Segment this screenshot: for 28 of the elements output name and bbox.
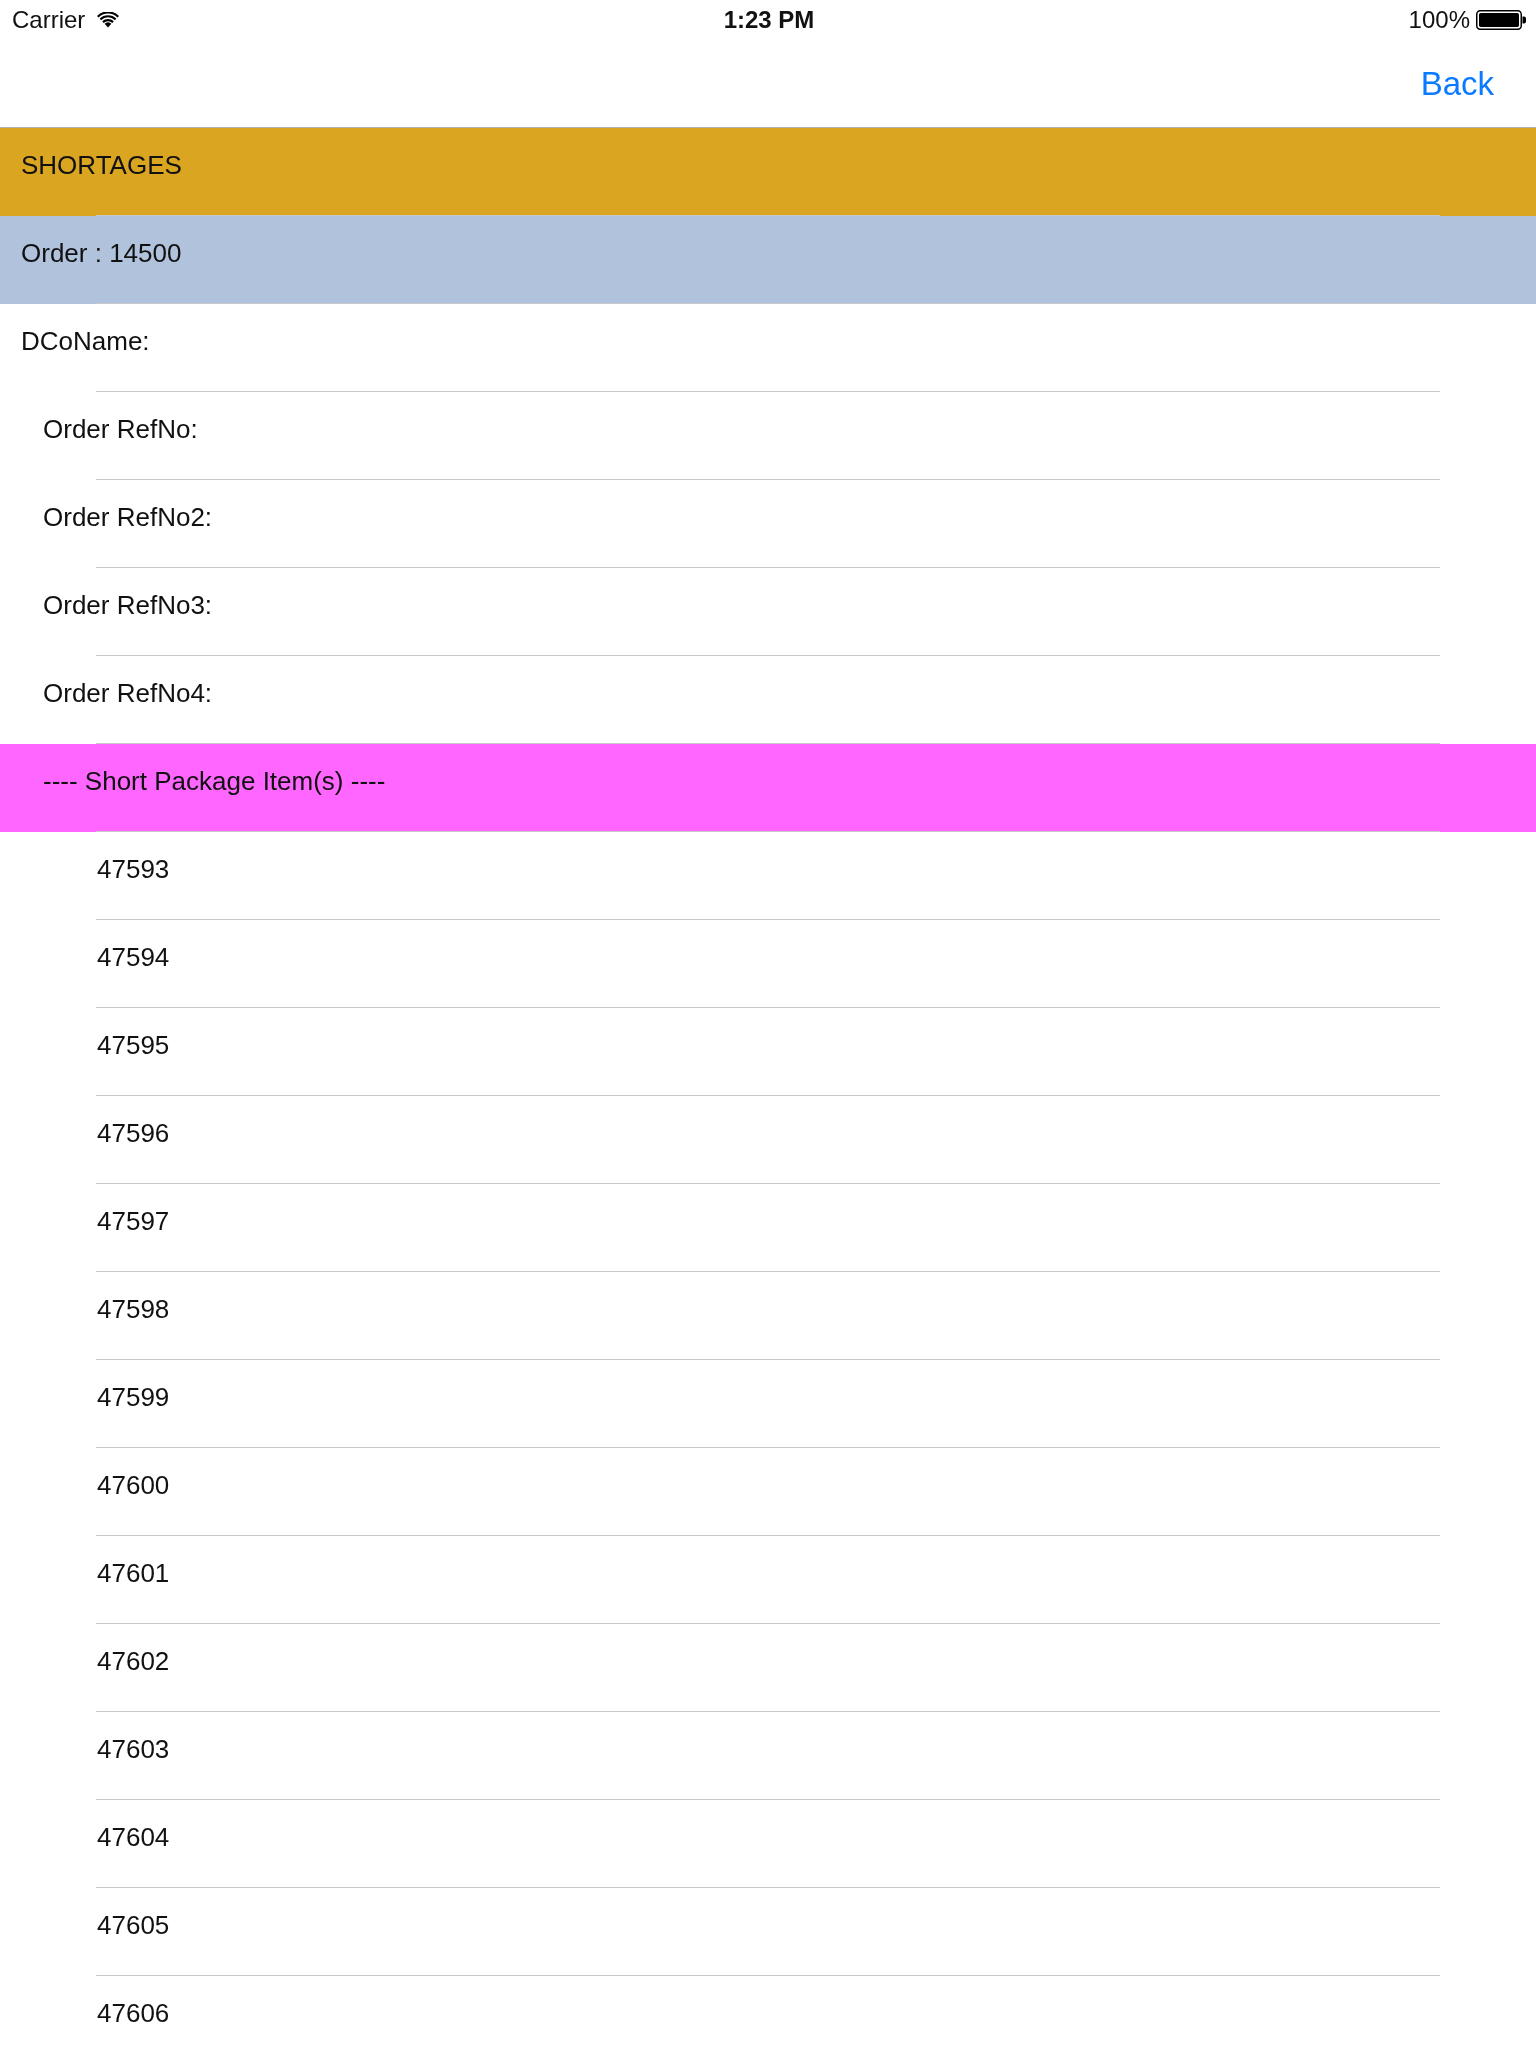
battery-percentage: 100% [1408,6,1470,34]
item-number: 47604 [97,1821,170,1853]
carrier-label: Carrier [12,6,86,34]
item-number: 47595 [97,1029,170,1061]
field-label: Order RefNo2: [43,501,213,533]
field-label: Order RefNo4: [43,677,213,709]
wifi-icon [97,12,120,28]
field-label: DCoName: [21,325,150,357]
item-number: 47594 [97,941,170,973]
item-number: 47602 [97,1645,170,1677]
section-label: ---- Short Package Item(s) ---- [43,765,386,797]
field-label: Order RefNo3: [43,589,213,621]
item-number: 47603 [97,1733,170,1765]
clock-time: 1:23 PM [723,6,815,34]
item-number: 47597 [97,1205,170,1237]
battery-icon [1476,10,1526,30]
item-number: 47598 [97,1293,170,1325]
item-number: 47601 [97,1557,170,1589]
item-number: 47599 [97,1381,170,1413]
item-number: 47605 [97,1909,170,1941]
item-number: 47600 [97,1469,170,1501]
order-label: Order : 14500 [21,237,182,269]
item-number: 47596 [97,1117,170,1149]
item-number: 47593 [97,853,170,885]
back-button[interactable]: Back [1418,60,1496,107]
item-number: 47606 [97,1997,170,2029]
field-label: Order RefNo: [43,413,198,445]
title-label: SHORTAGES [21,149,182,181]
